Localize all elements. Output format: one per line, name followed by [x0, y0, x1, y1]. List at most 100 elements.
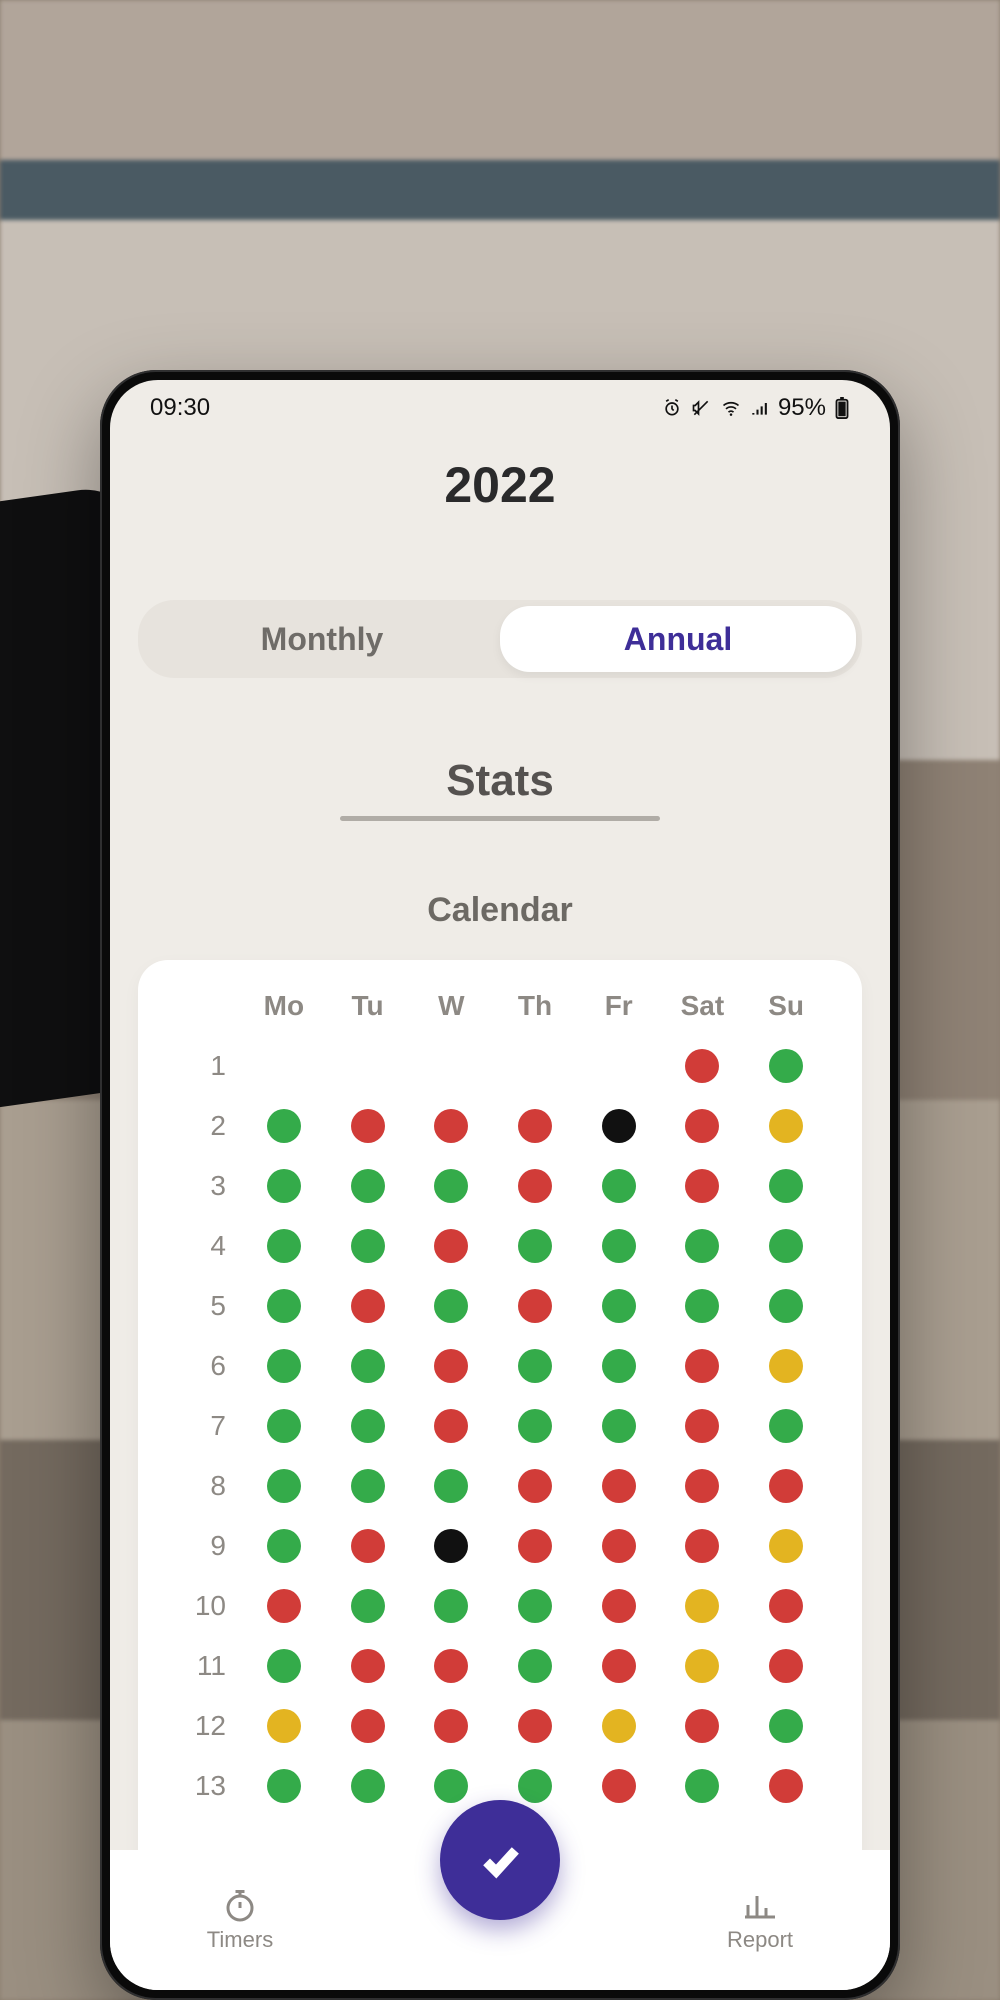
calendar-day-cell[interactable] [493, 1529, 577, 1563]
calendar-day-cell[interactable] [326, 1529, 410, 1563]
calendar-dot [769, 1109, 803, 1143]
calendar-day-cell[interactable] [326, 1649, 410, 1683]
calendar-dot [351, 1409, 385, 1443]
calendar-day-cell[interactable] [744, 1289, 828, 1323]
calendar-day-cell[interactable] [326, 1409, 410, 1443]
calendar-day-cell[interactable] [409, 1169, 493, 1203]
calendar-day-cell[interactable] [409, 1529, 493, 1563]
calendar-day-cell[interactable] [744, 1769, 828, 1803]
calendar-day-cell[interactable] [326, 1589, 410, 1623]
calendar-day-cell[interactable] [744, 1169, 828, 1203]
calendar-day-cell[interactable] [661, 1709, 745, 1743]
calendar-day-cell[interactable] [326, 1349, 410, 1383]
calendar-day-cell[interactable] [577, 1349, 661, 1383]
calendar-day-cell[interactable] [744, 1409, 828, 1443]
calendar-day-cell[interactable] [661, 1769, 745, 1803]
calendar-day-cell[interactable] [577, 1409, 661, 1443]
calendar-day-cell[interactable] [744, 1709, 828, 1743]
calendar-day-cell[interactable] [577, 1769, 661, 1803]
calendar-day-cell[interactable] [744, 1049, 828, 1083]
calendar-day-cell[interactable] [409, 1709, 493, 1743]
calendar-day-cell[interactable] [242, 1589, 326, 1623]
calendar-day-cell[interactable] [242, 1169, 326, 1203]
calendar-day-cell[interactable] [744, 1649, 828, 1683]
calendar-day-cell[interactable] [242, 1469, 326, 1503]
calendar-day-cell[interactable] [493, 1649, 577, 1683]
calendar-day-cell[interactable] [326, 1709, 410, 1743]
calendar-dot [267, 1589, 301, 1623]
calendar-day-cell[interactable] [744, 1469, 828, 1503]
calendar-week-number: 4 [172, 1230, 242, 1262]
calendar-day-cell[interactable] [326, 1469, 410, 1503]
calendar-day-cell[interactable] [744, 1109, 828, 1143]
calendar-day-cell[interactable] [577, 1109, 661, 1143]
calendar-day-cell[interactable] [493, 1289, 577, 1323]
calendar-day-cell[interactable] [577, 1529, 661, 1563]
calendar-day-cell[interactable] [577, 1589, 661, 1623]
calendar-day-cell[interactable] [577, 1469, 661, 1503]
calendar-day-cell[interactable] [242, 1109, 326, 1143]
calendar-day-cell[interactable] [242, 1289, 326, 1323]
calendar-day-cell[interactable] [409, 1289, 493, 1323]
calendar-day-cell[interactable] [661, 1649, 745, 1683]
calendar-day-cell[interactable] [577, 1229, 661, 1263]
calendar-day-cell[interactable] [409, 1229, 493, 1263]
calendar-day-cell[interactable] [661, 1589, 745, 1623]
calendar-day-cell[interactable] [242, 1769, 326, 1803]
fab-confirm-button[interactable] [440, 1800, 560, 1920]
calendar-day-cell[interactable] [242, 1349, 326, 1383]
nav-report[interactable]: Report [630, 1887, 890, 1953]
calendar-day-cell[interactable] [326, 1289, 410, 1323]
calendar-day-cell[interactable] [242, 1529, 326, 1563]
calendar-day-cell[interactable] [493, 1229, 577, 1263]
calendar-day-cell[interactable] [326, 1109, 410, 1143]
calendar-day-cell[interactable] [744, 1529, 828, 1563]
calendar-day-cell[interactable] [242, 1409, 326, 1443]
calendar-day-cell[interactable] [577, 1289, 661, 1323]
calendar-day-cell[interactable] [493, 1109, 577, 1143]
calendar-day-cell[interactable] [409, 1409, 493, 1443]
calendar-day-cell[interactable] [409, 1349, 493, 1383]
section-title-calendar[interactable]: Calendar [110, 891, 890, 930]
calendar-day-cell[interactable] [409, 1109, 493, 1143]
calendar-day-cell[interactable] [409, 1469, 493, 1503]
calendar-day-cell[interactable] [409, 1589, 493, 1623]
calendar-day-cell[interactable] [493, 1469, 577, 1503]
calendar-day-cell[interactable] [409, 1769, 493, 1803]
section-title-stats[interactable]: Stats [110, 756, 890, 806]
calendar-day-cell[interactable] [326, 1169, 410, 1203]
calendar-day-cell[interactable] [744, 1589, 828, 1623]
calendar-day-cell[interactable] [661, 1529, 745, 1563]
calendar-day-cell[interactable] [661, 1289, 745, 1323]
tab-monthly[interactable]: Monthly [144, 606, 500, 672]
calendar-day-cell[interactable] [661, 1349, 745, 1383]
calendar-weekday-header: Sat [661, 990, 745, 1022]
calendar-day-cell[interactable] [661, 1169, 745, 1203]
calendar-day-cell[interactable] [409, 1649, 493, 1683]
nav-timers[interactable]: Timers [110, 1887, 370, 1953]
calendar-dot [434, 1289, 468, 1323]
calendar-day-cell[interactable] [661, 1109, 745, 1143]
calendar-day-cell[interactable] [242, 1709, 326, 1743]
calendar-day-cell[interactable] [661, 1229, 745, 1263]
calendar-day-cell[interactable] [493, 1169, 577, 1203]
calendar-day-cell[interactable] [493, 1709, 577, 1743]
calendar-day-cell[interactable] [493, 1349, 577, 1383]
calendar-day-cell[interactable] [493, 1409, 577, 1443]
calendar-day-cell[interactable] [242, 1649, 326, 1683]
tab-annual[interactable]: Annual [500, 606, 856, 672]
calendar-day-cell[interactable] [744, 1229, 828, 1263]
calendar-day-cell[interactable] [326, 1229, 410, 1263]
calendar-day-cell[interactable] [661, 1049, 745, 1083]
calendar-day-cell[interactable] [661, 1469, 745, 1503]
calendar-day-cell[interactable] [577, 1709, 661, 1743]
calendar-day-cell[interactable] [744, 1349, 828, 1383]
calendar-day-cell[interactable] [493, 1769, 577, 1803]
calendar-day-cell[interactable] [577, 1169, 661, 1203]
calendar-day-cell[interactable] [577, 1649, 661, 1683]
calendar-day-cell[interactable] [493, 1589, 577, 1623]
calendar-day-cell[interactable] [326, 1769, 410, 1803]
calendar-day-cell[interactable] [661, 1409, 745, 1443]
calendar-dot [769, 1589, 803, 1623]
calendar-day-cell[interactable] [242, 1229, 326, 1263]
